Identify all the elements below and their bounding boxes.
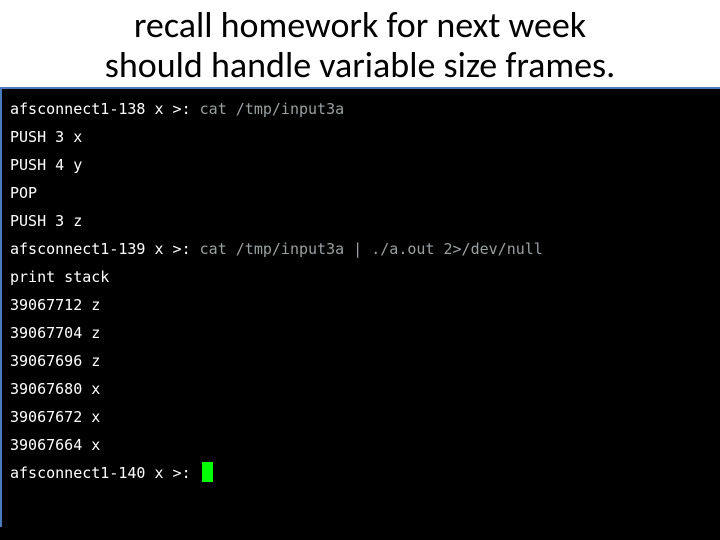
shell-prompt: afsconnect1-138 x >: xyxy=(10,100,191,118)
terminal-line: afsconnect1-138 x >: cat /tmp/input3a xyxy=(10,95,720,123)
terminal-line: afsconnect1-139 x >: cat /tmp/input3a | … xyxy=(10,235,720,263)
slide: recall homework for next week should han… xyxy=(0,0,720,540)
shell-command: cat /tmp/input3a | ./a.out 2>/dev/null xyxy=(191,240,543,258)
terminal-output: PUSH 3 z xyxy=(10,207,720,235)
terminal-output: print stack xyxy=(10,263,720,291)
terminal-line: afsconnect1-140 x >: xyxy=(10,459,720,487)
shell-prompt: afsconnect1-140 x >: xyxy=(10,464,191,482)
terminal-output: PUSH 3 x xyxy=(10,123,720,151)
terminal-output: 39067712 z xyxy=(10,291,720,319)
shell-command: cat /tmp/input3a xyxy=(191,100,345,118)
terminal: afsconnect1-138 x >: cat /tmp/input3a PU… xyxy=(0,87,720,527)
terminal-output: 39067696 z xyxy=(10,347,720,375)
terminal-output: 39067704 z xyxy=(10,319,720,347)
terminal-output: 39067680 x xyxy=(10,375,720,403)
title-line-1: recall homework for next week xyxy=(40,6,680,46)
terminal-output: 39067672 x xyxy=(10,403,720,431)
heading-wrap: recall homework for next week should han… xyxy=(0,0,720,87)
terminal-output: 39067664 x xyxy=(10,431,720,459)
title-line-2: should handle variable size frames. xyxy=(40,46,680,86)
cursor-icon xyxy=(202,462,213,482)
terminal-output: PUSH 4 y xyxy=(10,151,720,179)
slide-title: recall homework for next week should han… xyxy=(40,6,680,85)
shell-prompt: afsconnect1-139 x >: xyxy=(10,240,191,258)
terminal-output: POP xyxy=(10,179,720,207)
